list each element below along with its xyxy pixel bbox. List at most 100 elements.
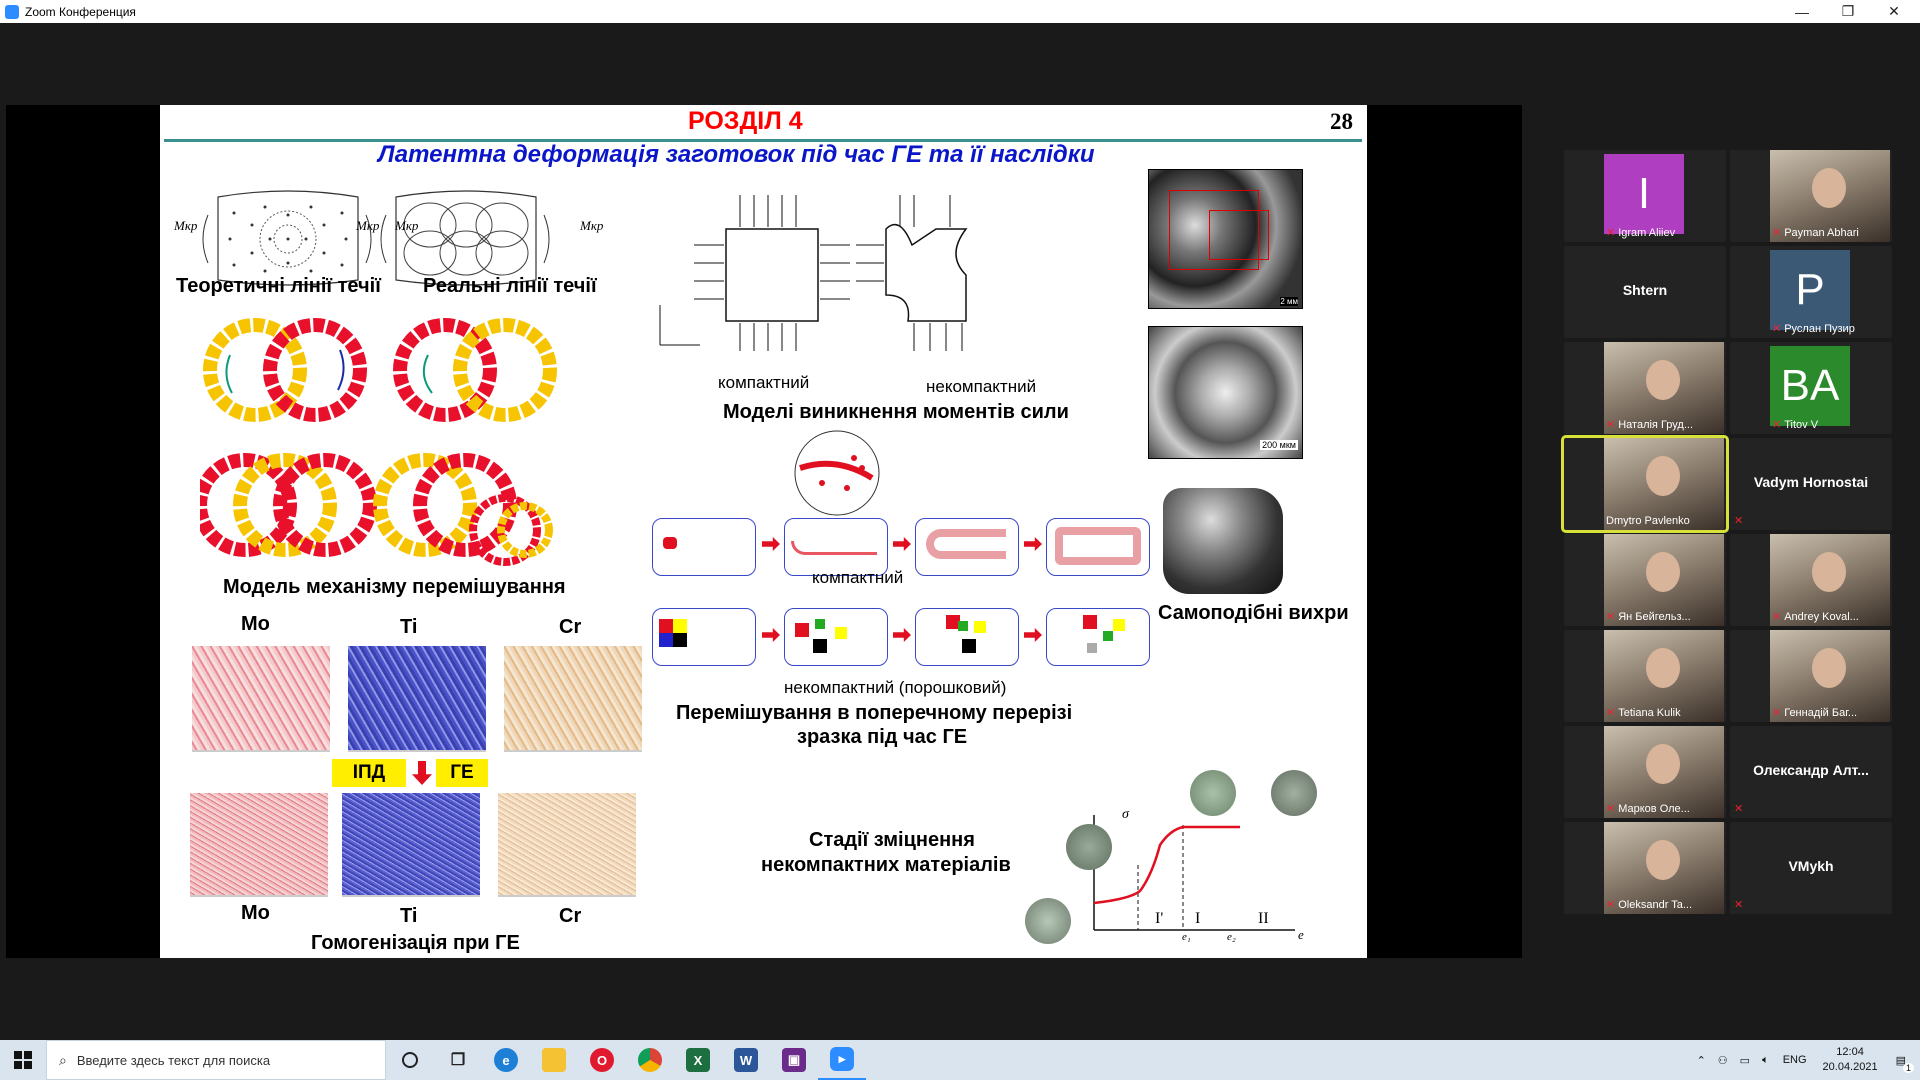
stage-sample-2 bbox=[1190, 770, 1236, 816]
participant-name-center: Shtern bbox=[1622, 282, 1668, 298]
zoom-taskbar-button[interactable]: ▸ bbox=[818, 1040, 866, 1080]
participant-tile[interactable]: ✕ Геннадій Баг... bbox=[1730, 630, 1892, 722]
cr-top-label: Cr bbox=[559, 616, 582, 638]
minimize-button[interactable]: — bbox=[1779, 0, 1825, 23]
participant-tile[interactable]: ✕ Andrey Koval... bbox=[1730, 534, 1892, 626]
clock[interactable]: 12:04 20.04.2021 bbox=[1823, 1045, 1878, 1075]
taskbar-search-box[interactable]: ⌕ Введите здесь текст для поиска bbox=[46, 1040, 386, 1080]
participant-name: Ян Бейгельз... bbox=[1618, 610, 1691, 623]
muted-mic-icon: ✕ bbox=[1606, 707, 1616, 719]
save-app-button[interactable]: ▣ bbox=[770, 1040, 818, 1080]
stages-label-1: Стадії зміцнення bbox=[809, 829, 975, 851]
participant-face bbox=[1646, 360, 1680, 400]
cr-map-after bbox=[498, 793, 636, 897]
muted-mic-icon: ✕ bbox=[1606, 419, 1616, 431]
arrow-right-icon bbox=[762, 537, 780, 551]
ti-map-after bbox=[342, 793, 480, 897]
people-icon[interactable]: ⚇ bbox=[1718, 1054, 1728, 1067]
participant-tile[interactable]: ✕ Payman Abhari bbox=[1730, 150, 1892, 242]
hardening-stages-chart bbox=[1093, 815, 1295, 931]
cr-bottom-label: Cr bbox=[559, 905, 582, 927]
notification-count: 1 bbox=[1902, 1062, 1914, 1073]
participant-name-center: Олександр Алт... bbox=[1753, 762, 1869, 778]
close-button[interactable]: ✕ bbox=[1871, 0, 1917, 23]
participant-name: Oleksandr Ta... bbox=[1618, 898, 1692, 911]
participant-tile[interactable]: I ✕ Igram Aliiev bbox=[1564, 150, 1726, 242]
cr-map-before bbox=[504, 646, 642, 752]
scale-2mm: 2 мм bbox=[1280, 297, 1298, 306]
task-view-icon: ❐ bbox=[450, 1052, 466, 1069]
participant-tile[interactable]: P ✕ Руслан Пузир bbox=[1730, 246, 1892, 338]
noncompact-powder-label: некомпактний (порошковий) bbox=[784, 678, 1007, 697]
edge-button[interactable]: e bbox=[482, 1040, 530, 1080]
ti-map-before bbox=[348, 646, 486, 752]
participant-name: Tetiana Kulik bbox=[1618, 706, 1681, 719]
presentation-slide: РОЗДІЛ 4 28 Латентна деформація заготово… bbox=[160, 105, 1367, 958]
arrow-right-icon bbox=[1024, 628, 1042, 642]
muted-mic-icon: ✕ bbox=[1606, 227, 1616, 239]
window-titlebar: Zoom Конференция — ❐ ✕ bbox=[0, 0, 1920, 23]
ti-top-label: Ti bbox=[400, 616, 418, 638]
opera-button[interactable]: O bbox=[578, 1040, 626, 1080]
system-tray: ⌃ ⚇ ▭ 🔈︎ ENG 12:04 20.04.2021 ▤ 1 bbox=[1691, 1040, 1920, 1080]
sample-photo bbox=[1163, 488, 1283, 594]
search-icon: ⌕ bbox=[59, 1051, 67, 1068]
word-button[interactable]: W bbox=[722, 1040, 770, 1080]
participant-name: Titov V bbox=[1784, 418, 1819, 431]
maximize-button[interactable]: ❐ bbox=[1825, 0, 1871, 23]
notifications-button[interactable]: ▤ 1 bbox=[1896, 1054, 1914, 1073]
stage-ii: II bbox=[1258, 910, 1269, 927]
file-explorer-button[interactable] bbox=[530, 1040, 578, 1080]
cortana-button[interactable] bbox=[386, 1040, 434, 1080]
zoom-app-icon bbox=[5, 4, 19, 19]
language-indicator[interactable]: ENG bbox=[1783, 1054, 1807, 1066]
participant-tile[interactable]: Shtern bbox=[1564, 246, 1726, 338]
arrow-right-icon bbox=[762, 628, 780, 642]
participant-tile[interactable]: ✕ Ян Бейгельз... bbox=[1564, 534, 1726, 626]
participant-name-center: Vadym Hornostai bbox=[1753, 474, 1869, 490]
slide-section: РОЗДІЛ 4 bbox=[688, 107, 803, 135]
participant-tile[interactable]: Олександр Алт... ✕ bbox=[1730, 726, 1892, 818]
word-icon: W bbox=[734, 1048, 758, 1072]
self-similar-vortices-label: Самоподібні вихри bbox=[1158, 602, 1349, 624]
participant-tile[interactable]: ✕ Tetiana Kulik bbox=[1564, 630, 1726, 722]
participant-tile[interactable]: ✕ Марков Оле... bbox=[1564, 726, 1726, 818]
compact-panel-3 bbox=[915, 518, 1019, 576]
moment-models-label: Моделі виникнення моментів сили bbox=[723, 401, 1069, 423]
slide-page-number: 28 bbox=[1330, 109, 1353, 134]
muted-mic-icon: ✕ bbox=[1606, 611, 1616, 623]
windows-start-button[interactable] bbox=[0, 1040, 46, 1080]
participant-name: Руслан Пузир bbox=[1784, 322, 1855, 335]
opera-icon: O bbox=[590, 1048, 614, 1072]
noncompact-panel-3 bbox=[915, 608, 1019, 666]
ge-badge: ГЕ bbox=[436, 759, 488, 787]
volume-icon[interactable]: 🔈︎ bbox=[1762, 1054, 1769, 1067]
participant-tile[interactable]: ✕ Oleksandr Ta... bbox=[1564, 822, 1726, 914]
mixing-cross-label-2: зразка під час ГЕ bbox=[797, 726, 968, 748]
network-icon[interactable]: ▭ bbox=[1740, 1054, 1750, 1067]
e1-label: e₁ bbox=[1182, 931, 1191, 943]
chevron-up-icon[interactable]: ⌃ bbox=[1697, 1054, 1706, 1067]
participant-face bbox=[1646, 744, 1680, 784]
participant-name: Dmytro Pavlenko bbox=[1606, 515, 1690, 527]
mixing-cross-label-1: Перемішування в поперечному перерізі bbox=[676, 702, 1073, 724]
participant-tile[interactable]: Vadym Hornostai ✕ bbox=[1730, 438, 1892, 530]
stage-i-prime: I' bbox=[1155, 910, 1164, 927]
windows-taskbar: ⌕ Введите здесь текст для поиска ❐ e O X… bbox=[0, 1040, 1920, 1080]
participant-tile[interactable]: Dmytro Pavlenko bbox=[1561, 435, 1729, 533]
e2-label: e₂ bbox=[1227, 931, 1236, 943]
micrograph-top: 2 мм bbox=[1148, 169, 1303, 309]
cortana-icon bbox=[402, 1052, 418, 1068]
chrome-button[interactable] bbox=[626, 1040, 674, 1080]
stage-sample-1 bbox=[1066, 824, 1112, 870]
task-view-button[interactable]: ❐ bbox=[434, 1040, 482, 1080]
muted-mic-icon: ✕ bbox=[1606, 899, 1616, 911]
participant-tile[interactable]: VMykh ✕ bbox=[1730, 822, 1892, 914]
participant-tile[interactable]: ✕ Наталія Груд... bbox=[1564, 342, 1726, 434]
noncompact-panel-2 bbox=[784, 608, 888, 666]
stages-label-2: некомпактних матеріалів bbox=[761, 854, 1011, 876]
mkp-label-1: Мкр bbox=[174, 218, 198, 233]
excel-button[interactable]: X bbox=[674, 1040, 722, 1080]
participant-tile[interactable]: BA ✕ Titov V bbox=[1730, 342, 1892, 434]
participant-name: Наталія Груд... bbox=[1618, 418, 1694, 431]
